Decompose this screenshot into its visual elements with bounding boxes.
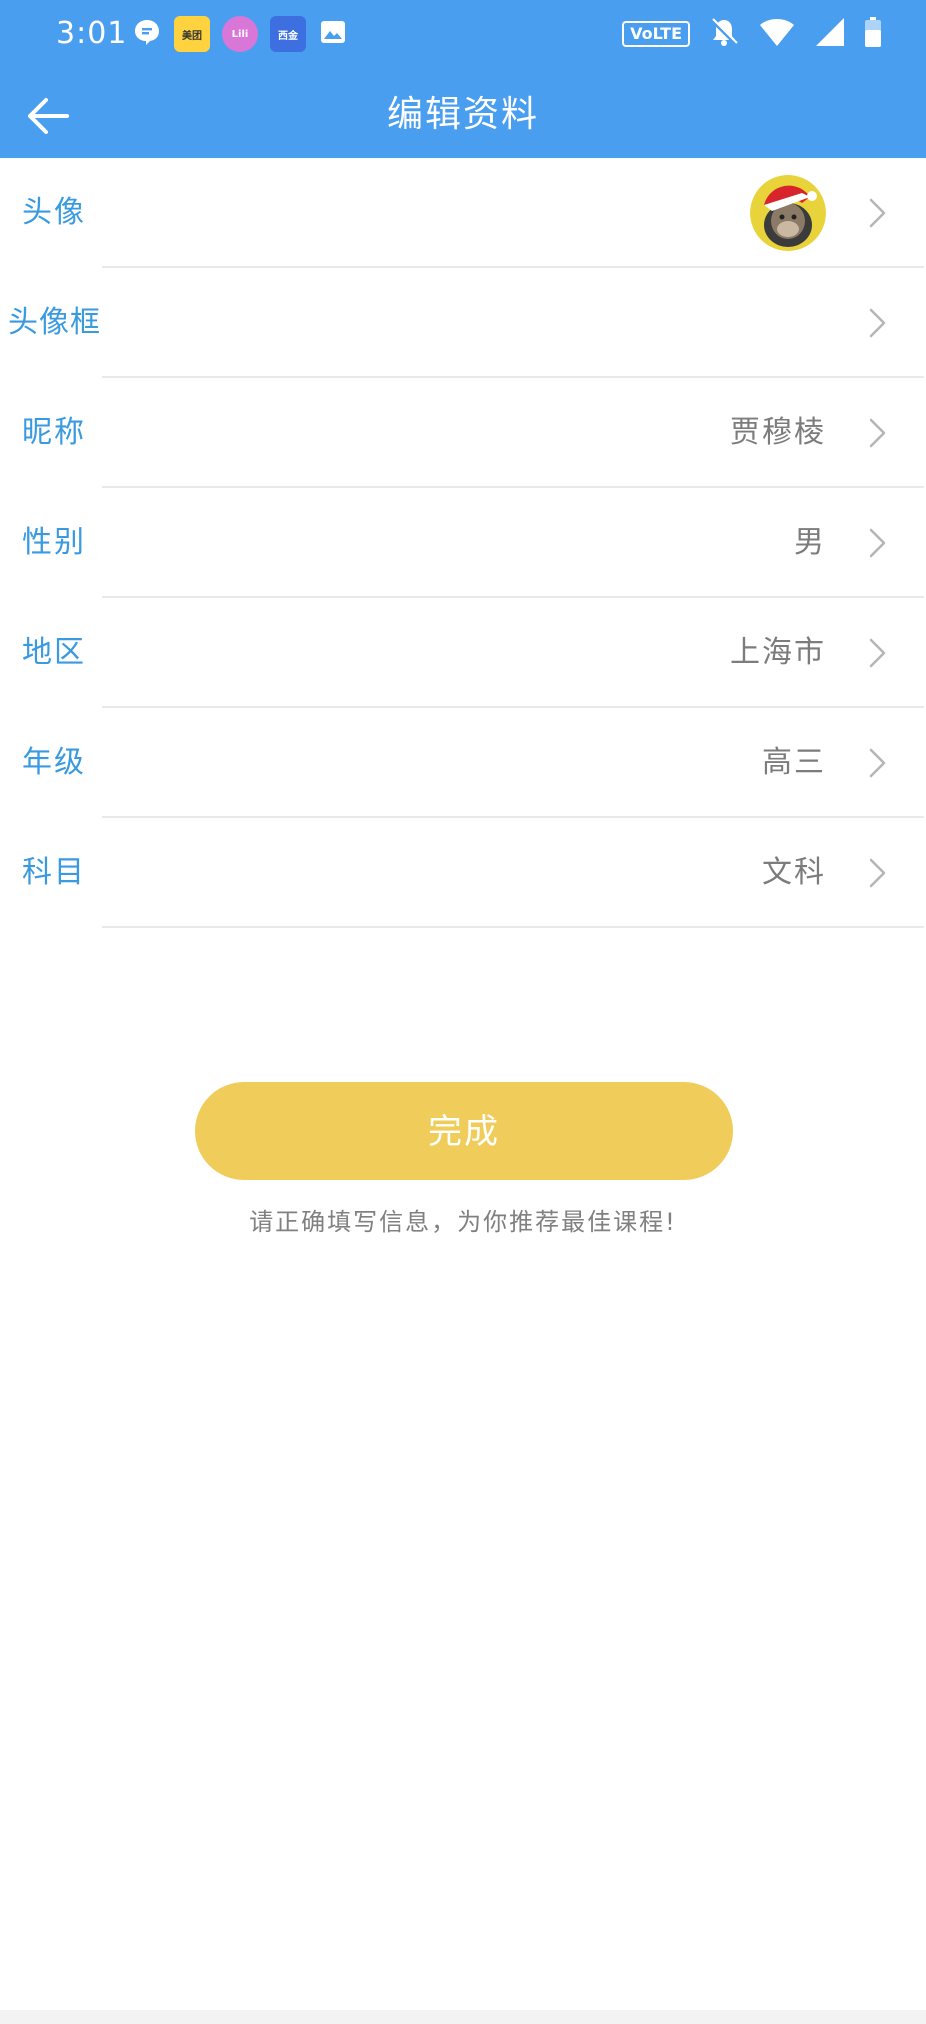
toolbar: 编辑资料	[0, 72, 926, 158]
avatar	[750, 175, 826, 251]
system-icons: VoLTE	[622, 16, 882, 52]
app-header: 3:01 美团 Lili 西金 VoLTE 编辑资料	[0, 0, 926, 158]
region-row[interactable]: 地区 上海市	[0, 598, 926, 708]
chevron-right-icon	[869, 198, 886, 228]
divider	[102, 926, 924, 928]
chevron-right-icon	[869, 858, 886, 888]
page-title: 编辑资料	[386, 94, 539, 135]
status-bar: 3:01 美团 Lili 西金 VoLTE	[0, 0, 926, 70]
chevron-right-icon	[869, 418, 886, 448]
nickname-label: 昵称	[22, 415, 86, 450]
image-icon	[318, 17, 348, 51]
avatar-frame-row[interactable]: 头像框	[0, 268, 926, 378]
cell-signal-icon	[814, 16, 846, 52]
hint-text: 请正确填写信息，为你推荐最佳课程!	[249, 1208, 677, 1236]
grade-value: 高三	[762, 745, 826, 780]
subject-value: 文科	[762, 855, 826, 890]
chevron-right-icon	[869, 638, 886, 668]
status-time: 3:01	[56, 16, 128, 51]
region-value: 上海市	[730, 635, 826, 670]
gender-label: 性别	[22, 525, 86, 560]
lele-app-icon: Lili	[222, 16, 258, 52]
gender-value: 男	[794, 525, 826, 560]
chevron-right-icon	[869, 748, 886, 778]
chevron-right-icon	[869, 308, 886, 338]
battery-icon	[864, 16, 882, 52]
message-icon	[132, 17, 162, 51]
avatar-row[interactable]: 头像	[0, 158, 926, 268]
grade-label: 年级	[22, 745, 86, 780]
meituan-app-icon: 美团	[174, 16, 210, 52]
bell-off-icon	[708, 16, 740, 52]
wifi-icon	[758, 16, 796, 52]
done-button[interactable]: 完成	[195, 1082, 733, 1180]
subject-row[interactable]: 科目 文科	[0, 818, 926, 928]
notification-icons: 美团 Lili 西金	[132, 16, 348, 52]
bottom-bar	[0, 2010, 926, 2024]
profile-list: 头像 头像框 昵称 贾穆棱 性别 男 地区 上海市 年级 高三 科目 文科	[0, 158, 926, 928]
region-label: 地区	[22, 635, 86, 670]
grade-row[interactable]: 年级 高三	[0, 708, 926, 818]
avatar-label: 头像	[22, 195, 86, 230]
nickname-value: 贾穆棱	[730, 415, 826, 450]
gender-row[interactable]: 性别 男	[0, 488, 926, 598]
volte-icon: VoLTE	[622, 21, 690, 47]
avatar-frame-label: 头像框	[8, 305, 101, 340]
nickname-row[interactable]: 昵称 贾穆棱	[0, 378, 926, 488]
chevron-right-icon	[869, 528, 886, 558]
reading-app-icon: 西金	[270, 16, 306, 52]
subject-label: 科目	[22, 855, 86, 890]
